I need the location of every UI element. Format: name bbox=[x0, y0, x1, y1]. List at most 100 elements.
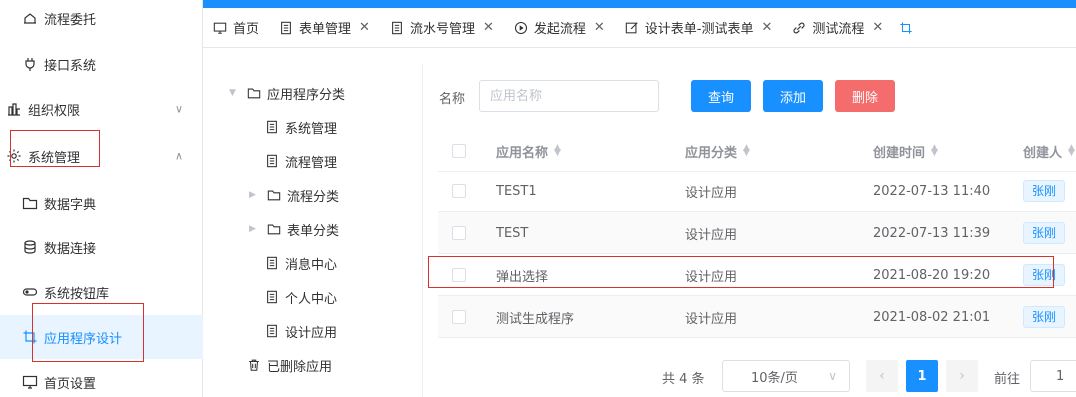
tab-start-workflow[interactable]: 发起流程 ✕ bbox=[504, 8, 615, 47]
row-checkbox[interactable] bbox=[452, 184, 466, 198]
column-header-category[interactable]: 应用分类 ▲ ▼ bbox=[685, 130, 750, 172]
sort-icon[interactable]: ▲ ▼ bbox=[1068, 144, 1075, 158]
sidebar-item-label: 应用程序设计 bbox=[44, 331, 123, 347]
page-number-current[interactable]: 1 bbox=[906, 360, 938, 392]
tab-serial-number[interactable]: 流水号管理 ✕ bbox=[380, 8, 504, 47]
cell-app-name: TEST bbox=[496, 225, 529, 241]
tree-node-label: 流程管理 bbox=[285, 155, 338, 171]
sort-icon[interactable]: ▲ ▼ bbox=[931, 144, 938, 158]
page-size-select[interactable]: 10条/页 ∨ bbox=[722, 360, 850, 392]
row-checkbox[interactable] bbox=[452, 310, 466, 324]
home-cloud-icon bbox=[24, 13, 36, 24]
close-icon[interactable]: ✕ bbox=[483, 20, 494, 35]
sidebar-item-label: 系统按钮库 bbox=[44, 286, 110, 302]
cell-created: 2022-07-13 11:39 bbox=[873, 225, 991, 241]
app-name-search-input[interactable] bbox=[479, 80, 659, 112]
sidebar-item-home-settings[interactable]: 首页设置 bbox=[0, 360, 203, 397]
creator-tag: 张刚 bbox=[1023, 306, 1066, 328]
tree-node-label: 消息中心 bbox=[285, 257, 338, 273]
document-icon bbox=[267, 154, 277, 168]
sidebar-item-label: 首页设置 bbox=[44, 376, 97, 392]
folder-icon bbox=[247, 88, 261, 99]
tab-home[interactable]: 首页 bbox=[203, 8, 269, 47]
tree-node-design-apps[interactable]: 设计应用 bbox=[265, 316, 337, 346]
tree-node-deleted-apps[interactable]: 已删除应用 bbox=[247, 350, 332, 380]
caret-right-icon[interactable]: ▶ bbox=[249, 224, 261, 234]
tab-form-management[interactable]: 表单管理 ✕ bbox=[269, 8, 380, 47]
sidebar-item-label: 接口系统 bbox=[44, 58, 97, 74]
tree-node-workflow-mgmt[interactable]: 流程管理 bbox=[265, 146, 337, 176]
tree-node-root[interactable]: ▼ 应用程序分类 bbox=[229, 78, 345, 108]
toggle-icon bbox=[22, 288, 38, 296]
sidebar-item-data-dictionary[interactable]: 数据字典 bbox=[0, 181, 203, 225]
caret-right-icon[interactable]: ▶ bbox=[249, 190, 261, 200]
folder-icon bbox=[267, 190, 281, 201]
column-header-name[interactable]: 应用名称 ▲ ▼ bbox=[496, 130, 561, 172]
category-tree: ▼ 应用程序分类 系统管理 流程管理 ▶ 流程分类 ▶ 表单分类 消息中心 个人… bbox=[213, 64, 423, 397]
tree-node-label: 系统管理 bbox=[285, 121, 338, 137]
row-checkbox[interactable] bbox=[452, 268, 466, 282]
tab-label: 首页 bbox=[233, 22, 260, 37]
sidebar-item-system-management[interactable]: 系统管理 ∧ bbox=[0, 134, 203, 178]
name-filter-label: 名称 bbox=[439, 92, 466, 107]
cell-category: 设计应用 bbox=[685, 227, 738, 243]
row-checkbox[interactable] bbox=[452, 226, 466, 240]
caret-down-icon[interactable]: ▼ bbox=[229, 88, 241, 98]
monitor-icon bbox=[22, 375, 38, 389]
tree-node-form-category[interactable]: ▶ 表单分类 bbox=[249, 214, 339, 244]
tree-node-system-mgmt[interactable]: 系统管理 bbox=[265, 112, 337, 142]
next-page-button[interactable]: › bbox=[946, 360, 978, 392]
close-icon[interactable]: ✕ bbox=[594, 20, 605, 35]
org-chart-icon bbox=[8, 103, 20, 116]
sidebar-item-label: 流程委托 bbox=[44, 12, 97, 28]
sidebar-item-data-connection[interactable]: 数据连接 bbox=[0, 225, 203, 269]
select-all-checkbox[interactable] bbox=[452, 144, 466, 158]
table-row[interactable]: TEST 设计应用 2022-07-13 11:39 张刚 bbox=[438, 212, 1076, 254]
query-button[interactable]: 查询 bbox=[691, 80, 751, 112]
cell-app-name: 弹出选择 bbox=[496, 269, 549, 285]
column-header-created[interactable]: 创建时间 ▲ ▼ bbox=[873, 130, 938, 172]
gear-icon bbox=[7, 149, 21, 163]
tab-label: 发起流程 bbox=[533, 22, 586, 37]
prev-page-button[interactable]: ‹ bbox=[866, 360, 898, 392]
creator-tag: 张刚 bbox=[1023, 222, 1066, 244]
tree-node-label: 表单分类 bbox=[287, 223, 340, 239]
add-button[interactable]: 添加 bbox=[763, 80, 823, 112]
table-row[interactable]: TEST1 设计应用 2022-07-13 11:40 张刚 bbox=[438, 170, 1076, 212]
crop-icon bbox=[23, 330, 37, 344]
tree-node-label: 已删除应用 bbox=[267, 359, 333, 375]
tree-node-message-center[interactable]: 消息中心 bbox=[265, 248, 337, 278]
sidebar-item-org-permissions[interactable]: 组织权限 ∨ bbox=[0, 87, 203, 131]
chevron-up-icon: ∧ bbox=[174, 149, 183, 163]
goto-page-input[interactable] bbox=[1030, 360, 1076, 392]
tree-node-workflow-category[interactable]: ▶ 流程分类 bbox=[249, 180, 339, 210]
sidebar-item-workflow-delegation[interactable]: 流程委托 bbox=[0, 0, 203, 40]
sort-icon[interactable]: ▲ ▼ bbox=[554, 144, 561, 158]
tab-app-design-active[interactable] bbox=[893, 8, 929, 47]
link-icon bbox=[793, 22, 805, 33]
table-row[interactable]: 测试生成程序 设计应用 2021-08-02 21:01 张刚 bbox=[438, 296, 1076, 338]
close-icon[interactable]: ✕ bbox=[872, 20, 883, 35]
tab-design-form[interactable]: 设计表单-测试表单 ✕ bbox=[615, 8, 783, 47]
close-icon[interactable]: ✕ bbox=[761, 20, 772, 35]
delete-button[interactable]: 删除 bbox=[835, 80, 895, 112]
folder-icon bbox=[22, 197, 38, 210]
close-icon[interactable]: ✕ bbox=[359, 20, 370, 35]
sort-icon[interactable]: ▲ ▼ bbox=[743, 144, 750, 158]
tree-node-label: 设计应用 bbox=[285, 325, 338, 341]
document-icon bbox=[267, 324, 277, 338]
monitor-icon bbox=[213, 22, 227, 34]
tab-test-workflow[interactable]: 测试流程 ✕ bbox=[782, 8, 893, 47]
tree-node-personal-center[interactable]: 个人中心 bbox=[265, 282, 337, 312]
sidebar-item-interface-system[interactable]: 接口系统 bbox=[0, 42, 203, 86]
table-row[interactable]: 弹出选择 设计应用 2021-08-20 19:20 张刚 bbox=[438, 254, 1076, 296]
document-icon bbox=[392, 21, 402, 34]
column-label: 应用分类 bbox=[685, 145, 738, 161]
sidebar: 流程委托 接口系统 组织权限 ∨ 系统管理 ∧ 数据字典 数据连接 系统按钮库 … bbox=[0, 0, 203, 397]
plug-icon bbox=[25, 58, 35, 71]
sidebar-item-app-design[interactable]: 应用程序设计 bbox=[0, 315, 203, 359]
document-icon bbox=[267, 290, 277, 304]
sidebar-item-button-library[interactable]: 系统按钮库 bbox=[0, 270, 203, 314]
sidebar-item-label: 系统管理 bbox=[28, 150, 81, 166]
column-header-creator[interactable]: 创建人 ▲ ▼ bbox=[1023, 130, 1075, 172]
